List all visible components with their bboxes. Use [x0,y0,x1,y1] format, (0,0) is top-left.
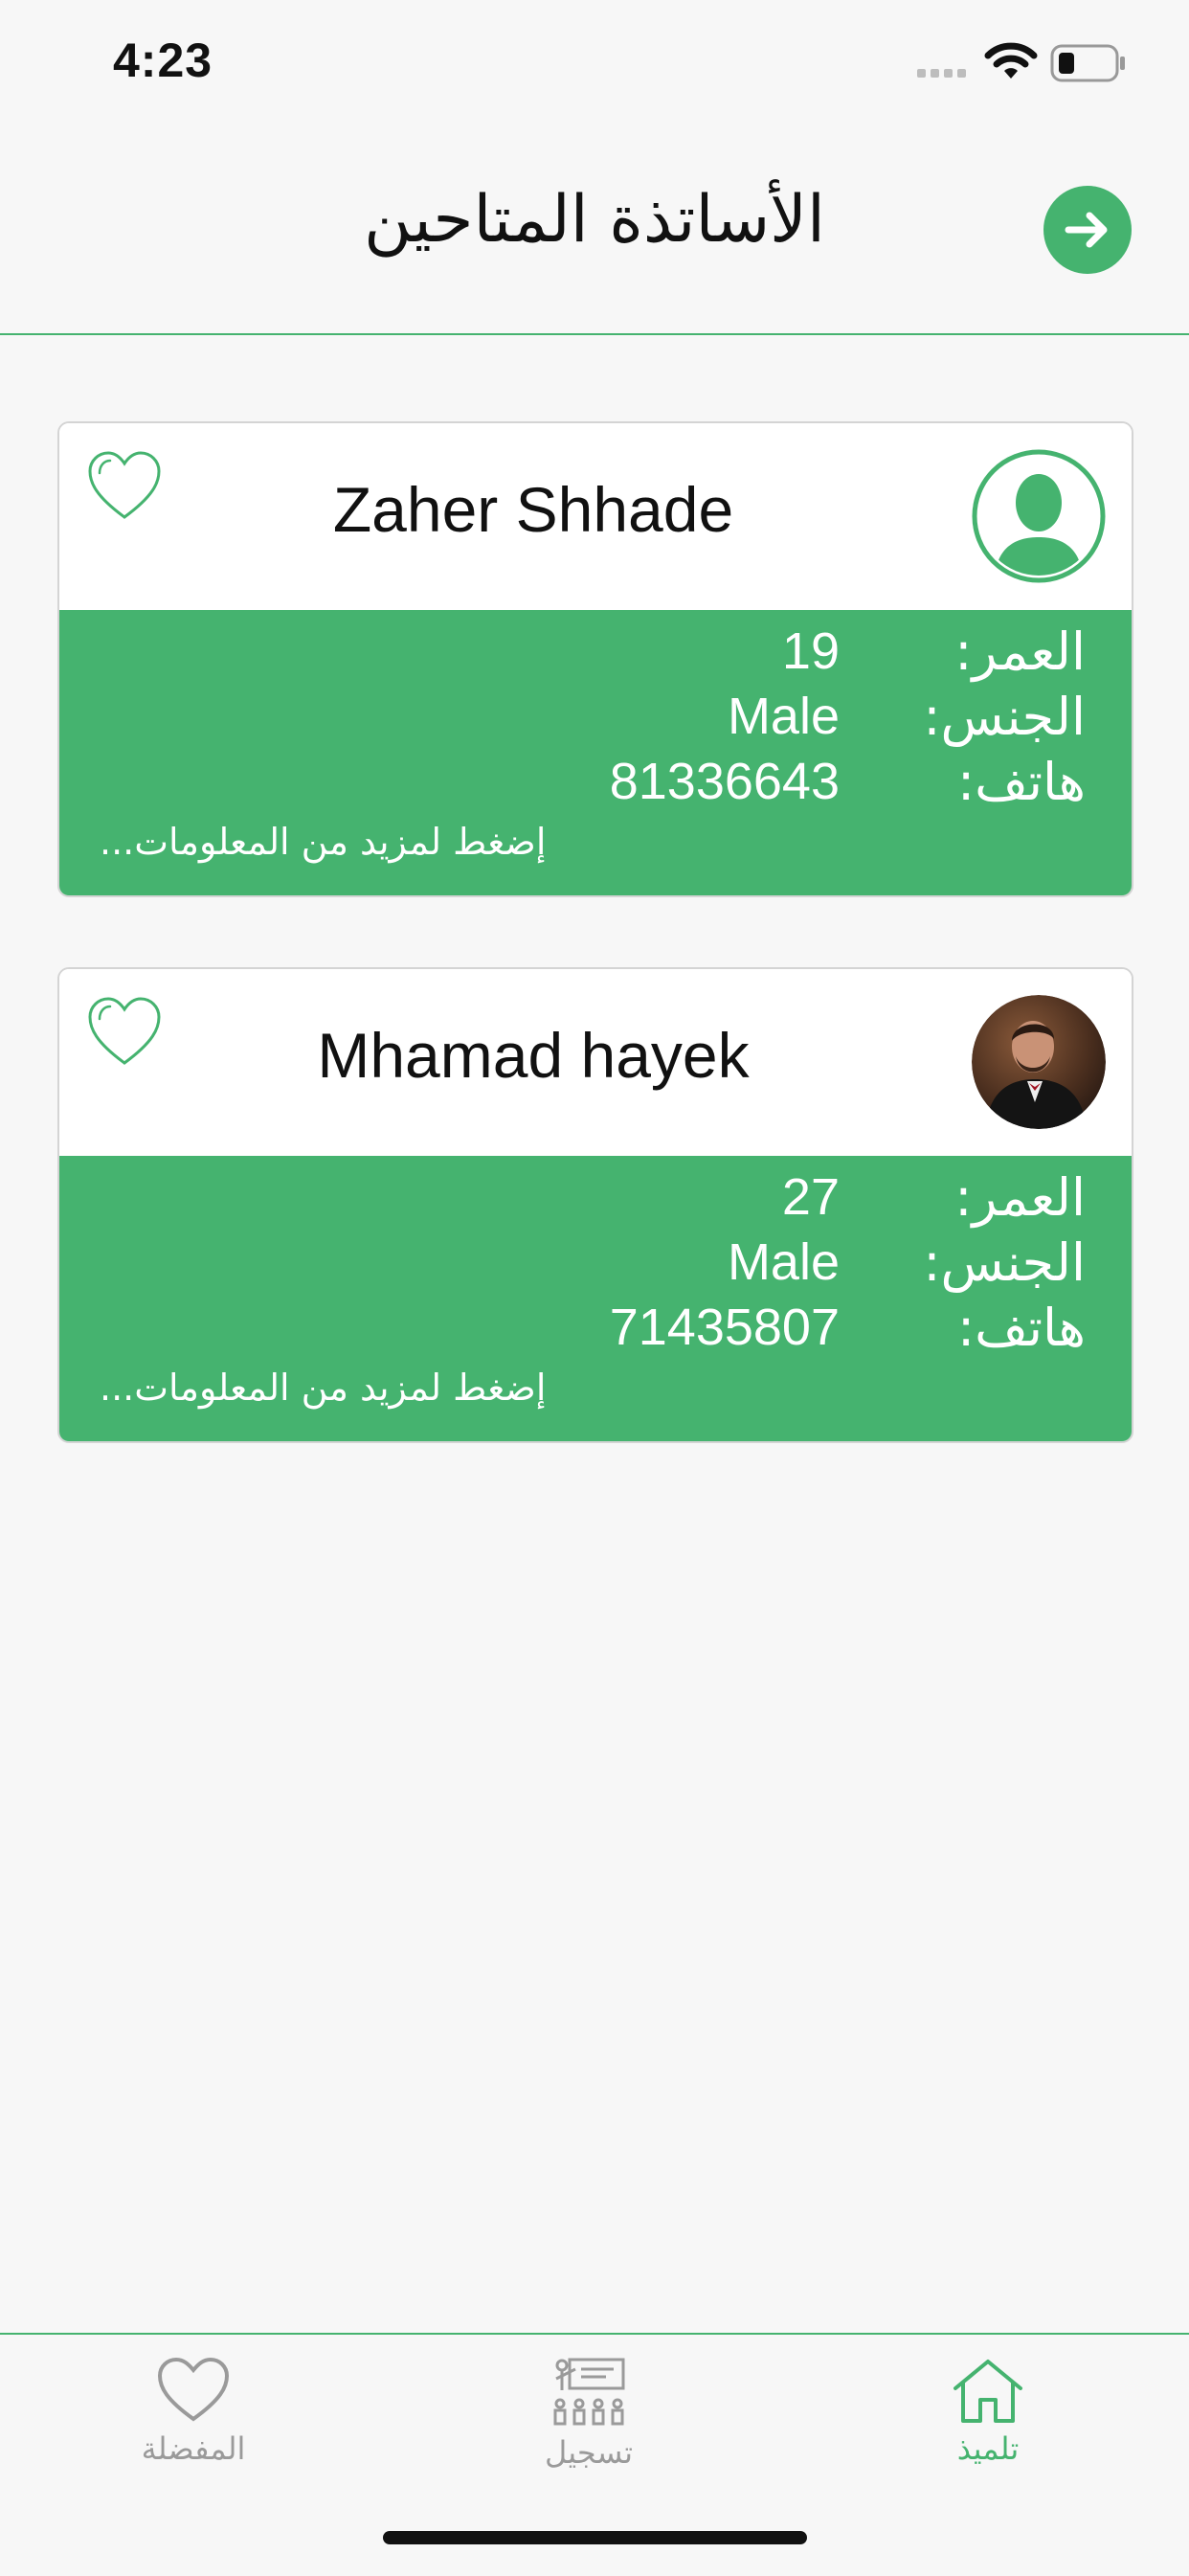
card-header: Mhamad hayek [59,969,1132,1156]
age-label: العمر: [954,621,1086,682]
phone-row: هاتف: 81336643 [59,752,1132,817]
age-value: 19 [781,622,840,680]
home-indicator [383,2531,807,2544]
more-info-link[interactable]: إضغط لمزيد من المعلومات... [100,821,546,863]
gender-label: الجنس: [923,687,1086,747]
tab-label: المفضلة [141,2430,246,2467]
phone-label: هاتف: [956,752,1086,812]
classroom-icon [553,2358,625,2426]
avatar [972,995,1106,1129]
tab-label: تسجيل [545,2434,633,2471]
tab-label: تلميذ [956,2430,1020,2467]
age-row: العمر: 19 [59,621,1132,687]
phone-value: 71435807 [609,1299,840,1356]
card-details: العمر: 19 الجنس: Male هاتف: 81336643 إضغ… [59,610,1132,895]
status-time: 4:23 [113,34,213,87]
heart-icon[interactable] [86,996,163,1069]
card-details: العمر: 27 الجنس: Male هاتف: 71435807 إضغ… [59,1156,1132,1441]
wifi-icon [984,42,1038,79]
phone-label: هاتف: [956,1298,1086,1358]
page-title: الأساتذة المتاحين [364,182,825,258]
heart-icon[interactable] [86,450,163,523]
arrow-right-icon [1065,212,1108,248]
teacher-name: Zaher Shhade [332,474,734,545]
header: الأساتذة المتاحين [0,124,1189,335]
teacher-card[interactable]: Zaher Shhade العمر: 19 الجنس: Male هاتف:… [57,421,1133,897]
avatar [972,449,1106,583]
teacher-name: Mhamad hayek [317,1020,750,1091]
gender-row: الجنس: Male [59,687,1132,752]
tab-student[interactable]: تلميذ [873,2356,1103,2467]
gender-value: Male [727,1233,840,1291]
tab-register[interactable]: تسجيل [474,2356,704,2471]
phone-row: هاتف: 71435807 [59,1298,1132,1363]
heart-icon [157,2357,230,2422]
age-label: العمر: [954,1167,1086,1228]
gender-label: الجنس: [923,1232,1086,1293]
more-info-link[interactable]: إضغط لمزيد من المعلومات... [100,1367,546,1409]
teacher-card[interactable]: Mhamad hayek العمر: 27 الجنس: Male هاتف:… [57,967,1133,1443]
gender-row: الجنس: Male [59,1232,1132,1298]
tab-favorites[interactable]: المفضلة [79,2356,308,2467]
signal-icon [917,69,966,78]
battery-icon [1050,44,1125,82]
age-value: 27 [781,1168,840,1226]
status-bar: 4:23 [0,0,1189,124]
gender-value: Male [727,688,840,745]
card-header: Zaher Shhade [59,423,1132,610]
home-icon [953,2360,1022,2423]
back-button[interactable] [1043,186,1132,274]
age-row: العمر: 27 [59,1167,1132,1232]
phone-value: 81336643 [609,753,840,810]
